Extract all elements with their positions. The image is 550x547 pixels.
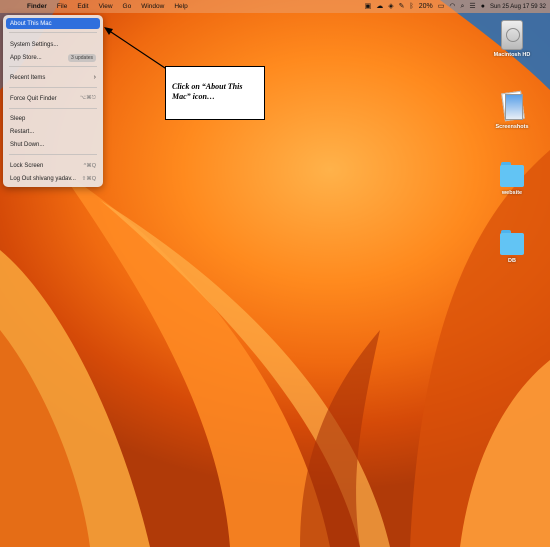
desktop-icon-label: Screenshots xyxy=(495,124,529,130)
instruction-callout: Click on “About This Mac” icon… xyxy=(165,66,265,120)
desktop-icon-screenshots[interactable]: Screenshots xyxy=(487,90,537,130)
annotation-arrow xyxy=(104,27,169,71)
folder-icon xyxy=(500,230,524,256)
desktop-icon-label: Macintosh HD xyxy=(493,52,531,58)
desktop-icon-label: DB xyxy=(508,258,516,264)
desktop-icon-label: website xyxy=(501,190,523,196)
desktop-icon-db[interactable]: DB xyxy=(487,230,537,264)
callout-text: Click on “About This Mac” icon… xyxy=(172,82,243,101)
folder-icon xyxy=(500,162,524,188)
screenshots-icon xyxy=(500,90,525,122)
desktop-icon-website[interactable]: website xyxy=(487,162,537,196)
desktop-icon-macintosh-hd[interactable]: Macintosh HD xyxy=(487,20,537,58)
hard-drive-icon xyxy=(501,20,523,50)
